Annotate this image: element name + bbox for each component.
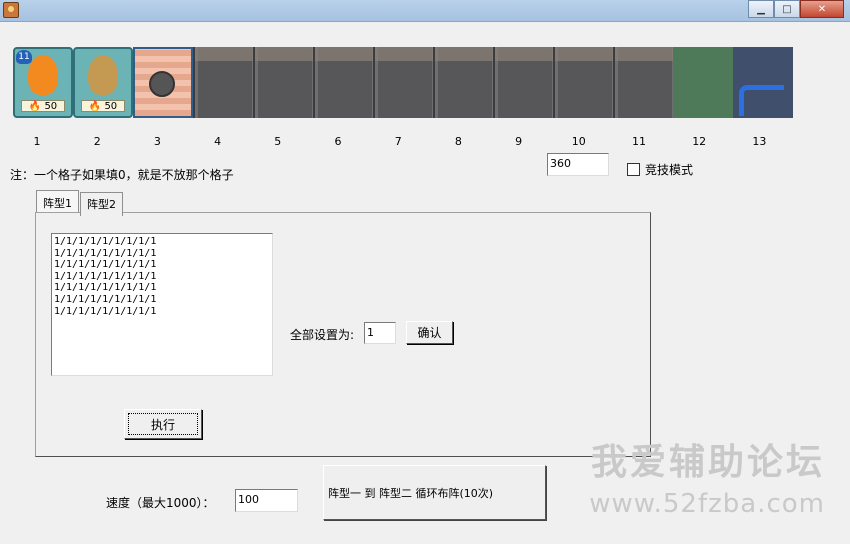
card-slots: 11 🔥 50 🔥 50 xyxy=(13,47,793,118)
slot-number-12: 12 xyxy=(692,135,707,148)
card-slot-13[interactable] xyxy=(733,47,793,118)
tab-formation-1[interactable]: 阵型1 xyxy=(36,190,79,212)
sun-cost: 🔥 50 xyxy=(81,100,125,112)
confirm-button[interactable]: 确认 xyxy=(406,321,453,344)
top-value-input[interactable]: 360 xyxy=(547,153,609,176)
cycle-formation-button[interactable]: 阵型一 到 阵型二 循环布阵(10次) xyxy=(323,465,546,520)
potato-plant-icon xyxy=(88,55,118,95)
watermark-title: 我爱辅助论坛 xyxy=(590,442,825,483)
minimize-button[interactable]: ▁ xyxy=(748,0,774,18)
slot-number-7: 7 xyxy=(394,135,402,148)
set-all-label: 全部设置为: xyxy=(290,328,355,342)
formation-textarea[interactable]: 1/1/1/1/1/1/1/1/1 1/1/1/1/1/1/1/1/1 1/1/… xyxy=(51,233,273,376)
slot-number-9: 9 xyxy=(515,135,523,148)
competitive-mode-label: 竞技模式 xyxy=(645,163,694,177)
card-slot-7[interactable] xyxy=(373,47,433,118)
slot-number-3: 3 xyxy=(153,135,161,148)
slot-number-13: 13 xyxy=(752,135,767,148)
slot-number-8: 8 xyxy=(454,135,462,148)
card-slot-4[interactable] xyxy=(193,47,253,118)
fire-plant-icon xyxy=(28,55,58,95)
tab-formation-2[interactable]: 阵型2 xyxy=(80,192,123,216)
card-slot-10[interactable] xyxy=(553,47,613,118)
slot-number-4: 4 xyxy=(214,135,222,148)
card-slot-8[interactable] xyxy=(433,47,493,118)
card-slot-9[interactable] xyxy=(493,47,553,118)
close-button[interactable]: ✕ xyxy=(800,0,844,18)
card-slot-3[interactable] xyxy=(133,47,193,118)
card-slot-5[interactable] xyxy=(253,47,313,118)
slot-number-5: 5 xyxy=(274,135,282,148)
slot-number-6: 6 xyxy=(334,135,342,148)
slot-number-1: 1 xyxy=(33,135,41,148)
slot-number-2: 2 xyxy=(93,135,101,148)
frying-pan-icon xyxy=(149,71,175,97)
app-icon xyxy=(3,2,19,18)
window-controls: ▁ □ ✕ xyxy=(748,0,844,18)
competitive-mode-option[interactable]: 竞技模式 xyxy=(627,161,693,178)
title-bar: ▁ □ ✕ xyxy=(0,0,850,22)
slot-number-11: 11 xyxy=(632,135,646,148)
card-slot-1[interactable]: 11 🔥 50 xyxy=(13,47,73,118)
maximize-button[interactable]: □ xyxy=(774,0,800,18)
speed-input[interactable]: 100 xyxy=(235,489,298,512)
formation-tabs: 阵型1 阵型2 xyxy=(36,190,124,216)
level-badge: 11 xyxy=(16,50,32,64)
set-all-input[interactable]: 1 xyxy=(364,322,396,344)
watermark-url: www.52fzba.com xyxy=(589,489,825,519)
competitive-mode-checkbox[interactable] xyxy=(627,163,640,176)
slot-number-10: 10 xyxy=(571,135,586,148)
card-slot-2[interactable]: 🔥 50 xyxy=(73,47,133,118)
sun-cost: 🔥 50 xyxy=(21,100,65,112)
speed-label: 速度（最大1000）： xyxy=(106,496,215,510)
card-slot-6[interactable] xyxy=(313,47,373,118)
execute-button[interactable]: 执行 xyxy=(124,409,202,439)
card-slot-11[interactable] xyxy=(613,47,673,118)
hint-note: 注：一个格子如果填0，就是不放那个格子 xyxy=(10,168,234,182)
card-slot-12[interactable] xyxy=(673,47,733,118)
